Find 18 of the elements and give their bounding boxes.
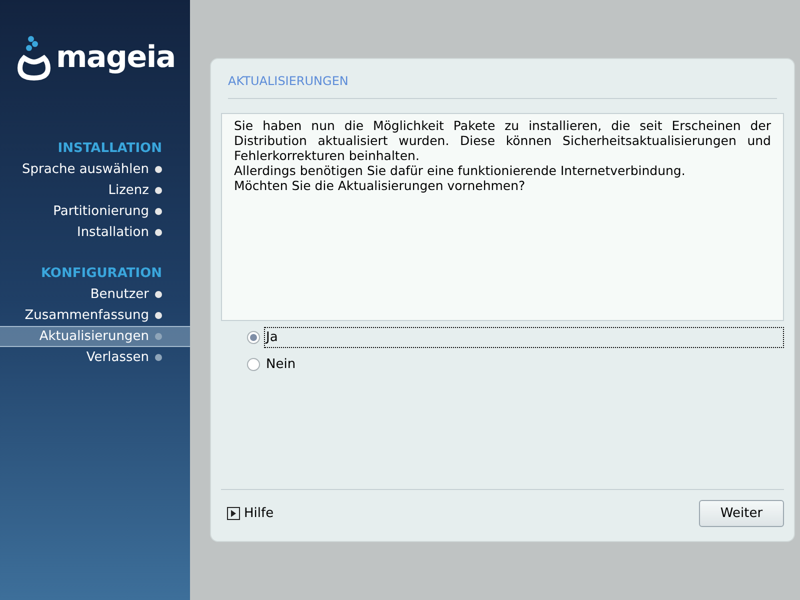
step-item: Lizenz: [0, 180, 190, 201]
logo-text: mageia: [56, 43, 176, 73]
step-item: Partitionierung: [0, 201, 190, 222]
step-item: Installation: [0, 222, 190, 243]
step-item: Benutzer: [0, 284, 190, 305]
next-button[interactable]: Weiter: [699, 500, 784, 527]
step-item: Verlassen: [0, 347, 190, 368]
step-item: Aktualisierungen: [0, 326, 190, 347]
step-item: Zusammenfassung: [0, 305, 190, 326]
message-text: Sie haben nun die Möglichkeit Pakete zu installieren, die seit Erscheinen der Distribution aktualisiert wurden. Diese können Sicherheitsaktualisierungen und Fehlerkorrekturen beinhalten.: [234, 118, 771, 163]
section-title: INSTALLATION: [58, 140, 162, 158]
message-text: Allerdings benötigen Sie dafür eine funktionierende Internetverbindung.: [234, 163, 686, 178]
section-title: KONFIGURATION: [40, 265, 162, 283]
dialog-title: AKTUALISIERUNGEN: [228, 74, 348, 88]
step-item: Sprache auswählen: [0, 159, 190, 180]
radio-option[interactable]: Nein: [247, 354, 784, 375]
help-toggle[interactable]: Hilfe: [227, 504, 274, 524]
message-text: Möchten Sie die Aktualisierungen vornehmen?: [234, 178, 526, 193]
